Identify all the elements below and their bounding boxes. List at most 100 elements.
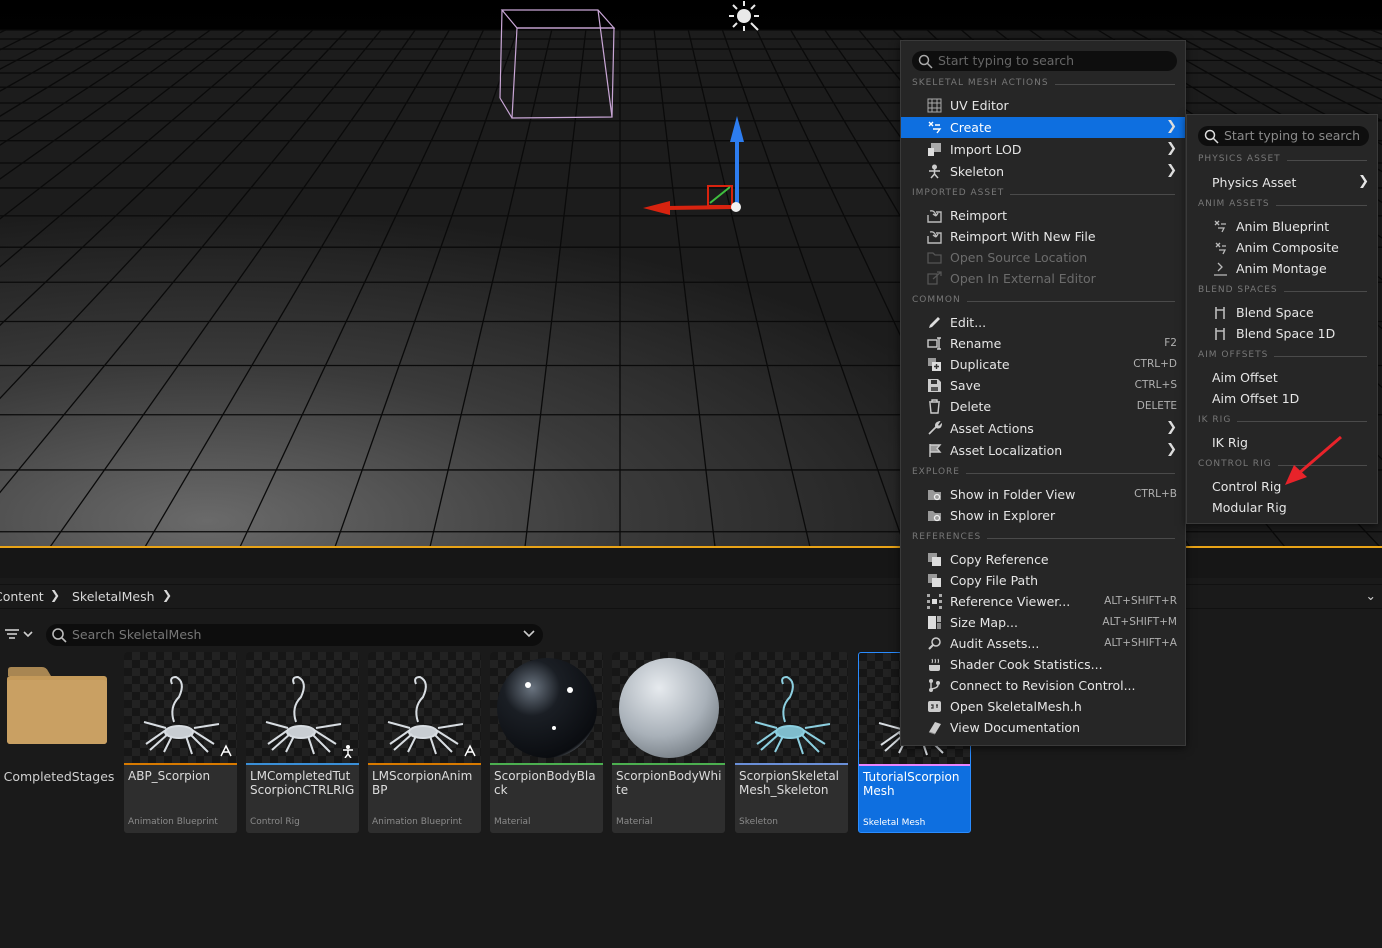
blend-space-icon [1215,328,1225,340]
blend-space-icon [1215,307,1225,319]
menu-item-duplicate[interactable]: Duplicate CTRL+D [901,354,1185,375]
search-icon [918,54,933,69]
menu-item-reimport-new-file[interactable]: Reimport With New File [901,226,1185,247]
menu-item-skeleton[interactable]: Skeleton ❯ [901,161,1185,182]
submenu-item-anim-composite[interactable]: Anim Composite [1187,237,1377,258]
anim-blueprint-icon [1214,220,1226,233]
skeleton-scorpion-icon [754,676,831,755]
asset-tile[interactable]: LMScorpionAnim BP Animation Blueprint [368,652,481,833]
asset-thumbnail [490,652,603,763]
section-physics-asset: PHYSICS ASSET [1198,154,1367,168]
asset-name: ScorpionBodyBlack [494,769,596,797]
asset-search-input[interactable]: Search SkeletalMesh [46,624,543,646]
chevron-down-icon[interactable] [523,628,535,640]
asset-type: Animation Blueprint [128,817,218,827]
asset-name: ScorpionBodyWhite [616,769,722,797]
submenu-item-aim-offset-1d[interactable]: Aim Offset 1D [1187,388,1377,409]
menu-item-show-in-folder-view[interactable]: Show in Folder View CTRL+B [901,484,1185,505]
chevron-right-icon: ❯ [1166,141,1177,156]
create-icon [928,121,942,134]
copy-icon [928,553,941,566]
asset-tile[interactable]: ScorpionBodyWhite Material [612,652,725,833]
menu-item-copy-file-path[interactable]: Copy File Path [901,570,1185,591]
menu-item-delete[interactable]: Delete DELETE [901,396,1185,417]
breadcrumb-item-skeletalmesh[interactable]: SkeletalMesh [72,589,155,604]
folder-completedstages[interactable] [6,666,108,746]
section-common: COMMON [912,295,1175,309]
asset-name: LMScorpionAnim BP [372,769,473,797]
menu-item-open-source-location: Open Source Location [901,247,1185,268]
menu-item-uv-editor[interactable]: UV Editor [901,95,1185,116]
menu-item-save[interactable]: Save CTRL+S [901,375,1185,396]
breadcrumb-item-content[interactable]: Content [0,589,44,604]
anim-blueprint-badge-icon [220,744,232,757]
menu-item-show-in-explorer[interactable]: Show in Explorer [901,505,1185,526]
chevron-right-icon: ❯ [1166,119,1177,134]
search-icon [52,628,67,643]
menu-item-audit-assets[interactable]: Audit Assets... ALT+SHIFT+A [901,633,1185,654]
menu-item-asset-localization[interactable]: Asset Localization ❯ [901,440,1185,461]
book-icon [928,722,941,735]
asset-thumbnail [735,652,848,763]
asset-tile[interactable]: ScorpionSkeletal Mesh_Skeleton Skeleton [735,652,848,833]
asset-type-stripe [246,763,359,765]
section-imported-asset: IMPORTED ASSET [912,188,1175,202]
annotation-arrow-icon [1285,435,1342,485]
branch-icon [929,679,940,692]
reimport-icon [927,210,942,223]
menu-item-size-map[interactable]: Size Map... ALT+SHIFT+M [901,612,1185,633]
asset-type: Material [494,817,531,827]
menu-item-asset-actions[interactable]: Asset Actions ❯ [901,418,1185,439]
menu-item-reimport[interactable]: Reimport [901,205,1185,226]
asset-type: Material [616,817,653,827]
asset-type: Skeleton [739,817,778,827]
section-ik-rig: IK RIG [1198,415,1367,429]
asset-name: ScorpionSkeletal Mesh_Skeleton [739,769,840,797]
submenu-item-modular-rig[interactable]: Modular Rig [1187,497,1377,518]
submenu-search-input[interactable]: Start typing to search [1198,126,1369,146]
chevron-right-icon[interactable]: ❯ [50,588,60,602]
chevron-right-icon: ❯ [1166,442,1177,457]
rename-icon [927,337,941,350]
menu-item-rename[interactable]: Rename F2 [901,333,1185,354]
menu-item-copy-reference[interactable]: Copy Reference [901,549,1185,570]
submenu-item-anim-blueprint[interactable]: Anim Blueprint [1187,216,1377,237]
chevron-right-icon[interactable]: ❯ [162,588,172,602]
asset-type: Animation Blueprint [372,817,462,827]
asset-tile[interactable]: LMCompletedTut ScorpionCTRLRIG Control R… [246,652,359,833]
menu-item-import-lod[interactable]: Import LOD ❯ [901,139,1185,160]
asset-tile[interactable]: ABP_Scorpion Animation Blueprint [124,652,237,833]
submenu-item-physics-asset[interactable]: Physics Asset ❯ [1187,172,1377,193]
anim-montage-icon [1214,262,1227,276]
asset-tile[interactable]: ScorpionBodyBlack Material [490,652,603,833]
submenu-item-blend-space[interactable]: Blend Space [1187,302,1377,323]
chevron-right-icon: ❯ [1166,163,1177,178]
reimport-icon [927,231,942,244]
filter-icon [5,629,33,639]
menu-item-shader-cook-statistics[interactable]: Shader Cook Statistics... [901,654,1185,675]
skeleton-icon [929,164,940,179]
asset-type-stripe [612,763,725,765]
asset-name: ABP_Scorpion [128,769,211,783]
asset-type-stripe [124,763,237,765]
external-editor-icon [927,271,942,285]
save-icon [928,379,941,392]
submenu-item-anim-montage[interactable]: Anim Montage [1187,258,1377,279]
menu-item-open-header[interactable]: Open SkeletalMesh.h [901,696,1185,717]
menu-item-view-documentation[interactable]: View Documentation [901,717,1185,738]
section-references: REFERENCES [912,532,1175,546]
submenu-item-blend-space-1d[interactable]: Blend Space 1D [1187,323,1377,344]
menu-item-edit[interactable]: Edit... [901,312,1185,333]
menu-item-connect-revision-control[interactable]: Connect to Revision Control... [901,675,1185,696]
menu-item-reference-viewer[interactable]: Reference Viewer... ALT+SHIFT+R [901,591,1185,612]
chevron-down-icon[interactable]: ⌄ [1366,588,1376,603]
duplicate-icon [928,358,941,371]
asset-type-stripe [735,763,848,765]
filter-button[interactable] [4,626,38,644]
section-blend-spaces: BLEND SPACES [1198,285,1367,299]
submenu-item-aim-offset[interactable]: Aim Offset [1187,367,1377,388]
section-skeletal-mesh-actions: SKELETAL MESH ACTIONS [912,78,1175,92]
material-sphere-icon [619,658,719,758]
menu-item-create[interactable]: Create ❯ [901,117,1185,138]
menu-search-input[interactable]: Start typing to search [912,51,1177,71]
